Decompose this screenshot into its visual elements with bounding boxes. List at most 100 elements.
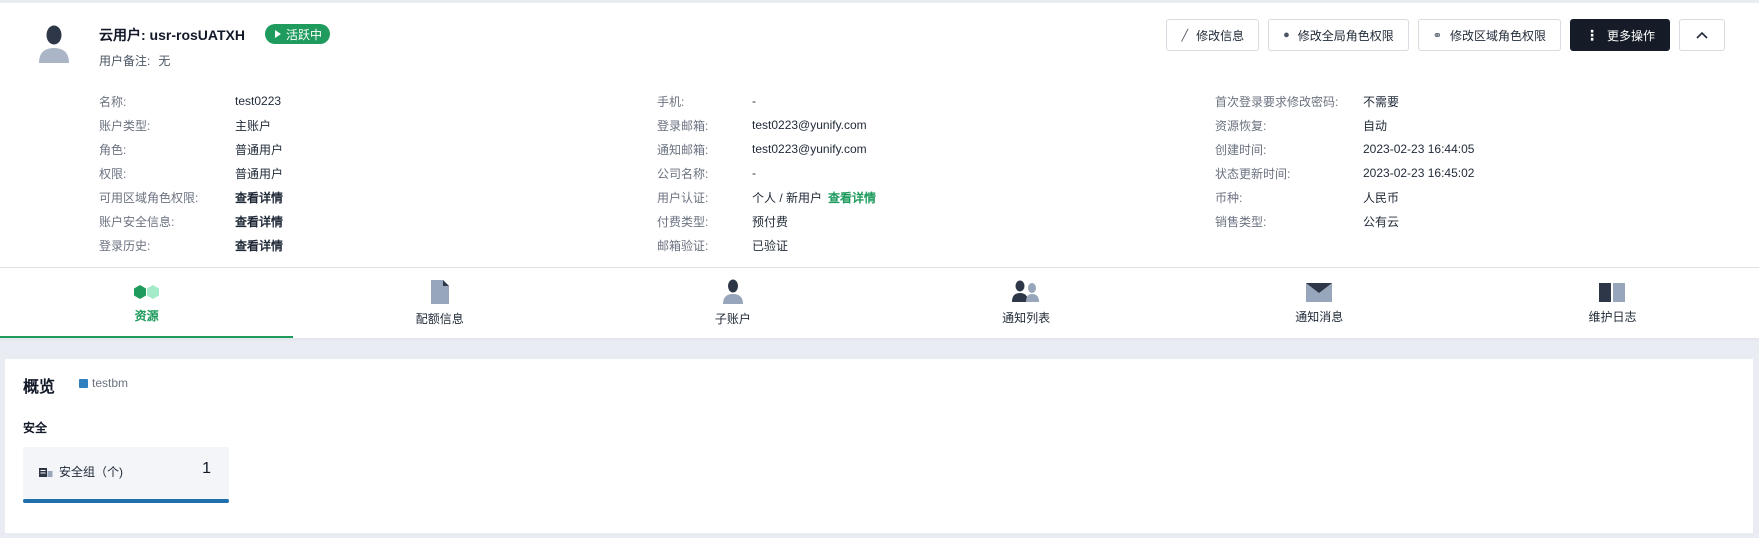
info-key: 权限: bbox=[99, 166, 127, 181]
info-key: 首次登录要求修改密码: bbox=[1215, 94, 1339, 109]
mail-icon bbox=[1306, 283, 1333, 302]
info-row-resource-recovery: 资源恢复: 自动 bbox=[1215, 113, 1474, 137]
info-value: 已验证 bbox=[752, 238, 789, 253]
edit-info-label: 修改信息 bbox=[1196, 28, 1245, 43]
globe-icon: ● bbox=[1283, 29, 1290, 41]
info-key: 名称: bbox=[99, 94, 127, 109]
info-key: 创建时间: bbox=[1215, 142, 1267, 157]
security-details-link[interactable]: 查看详情 bbox=[235, 213, 283, 230]
info-value: 自动 bbox=[1363, 118, 1388, 133]
user-header-card: 云用户: usr-rosUATXH 活跃中 用户备注: 无 ╱ 修改信息 ● 修改… bbox=[0, 3, 1759, 268]
chevron-up-icon bbox=[1696, 31, 1708, 39]
more-actions-label: 更多操作 bbox=[1606, 28, 1655, 43]
tag-label: testbm bbox=[92, 376, 129, 390]
info-key: 登录邮箱: bbox=[657, 118, 709, 133]
info-key: 账户类型: bbox=[99, 118, 151, 133]
info-row-email-verify: 邮箱验证: 已验证 bbox=[657, 233, 876, 257]
info-row-phone: 手机: - bbox=[657, 89, 876, 113]
info-value: 人民币 bbox=[1363, 190, 1400, 205]
user-title: 云用户: usr-rosUATXH bbox=[99, 27, 245, 43]
tab-notification-list[interactable]: 通知列表 bbox=[880, 268, 1173, 338]
info-key: 手机: bbox=[657, 94, 685, 109]
info-key: 状态更新时间: bbox=[1215, 166, 1291, 181]
info-value: 公有云 bbox=[1363, 214, 1400, 229]
edit-zone-roles-button[interactable]: ⚭ 修改区域角色权限 bbox=[1417, 19, 1561, 51]
info-value: 2023-02-23 16:45:02 bbox=[1363, 166, 1475, 180]
login-history-details-link[interactable]: 查看详情 bbox=[235, 237, 283, 254]
info-row-created: 创建时间: 2023-02-23 16:44:05 bbox=[1215, 137, 1474, 161]
verification-details-link[interactable]: 查看详情 bbox=[828, 189, 876, 206]
info-row-verification: 用户认证: 个人 / 新用户 查看详情 bbox=[657, 185, 876, 209]
zone-icon: ⚭ bbox=[1432, 29, 1442, 42]
tab-label: 通知消息 bbox=[1295, 310, 1344, 324]
info-row-notify-email: 通知邮箱: test0223@yunify.com bbox=[657, 137, 876, 161]
tab-sub-accounts[interactable]: 子账户 bbox=[586, 268, 879, 338]
resources-icon bbox=[133, 285, 159, 299]
info-value: 预付费 bbox=[752, 214, 789, 229]
info-key: 账户安全信息: bbox=[99, 214, 175, 229]
info-value: test0223 bbox=[235, 94, 282, 108]
action-toolbar: ╱ 修改信息 ● 修改全局角色权限 ⚭ 修改区域角色权限 ⋮ 更多操作 bbox=[1166, 19, 1725, 51]
info-row-name: 名称: test0223 bbox=[99, 89, 283, 113]
info-value: 普通用户 bbox=[235, 166, 284, 181]
info-key: 邮箱验证: bbox=[657, 238, 709, 253]
info-row-sales-type: 销售类型: 公有云 bbox=[1215, 209, 1474, 233]
edit-info-button[interactable]: ╱ 修改信息 bbox=[1166, 19, 1260, 51]
info-key: 资源恢复: bbox=[1215, 118, 1267, 133]
section-title-security: 安全 bbox=[23, 421, 48, 435]
remark-value: 无 bbox=[158, 54, 171, 68]
status-badge: 活跃中 bbox=[265, 24, 331, 44]
status-label: 活跃中 bbox=[286, 27, 323, 42]
user-avatar-icon bbox=[39, 25, 69, 63]
tab-notification-messages[interactable]: 通知消息 bbox=[1173, 268, 1466, 338]
tab-resources[interactable]: 资源 bbox=[0, 268, 294, 338]
info-key: 公司名称: bbox=[657, 166, 709, 181]
info-value: - bbox=[752, 166, 756, 180]
info-key: 登录历史: bbox=[99, 238, 151, 253]
info-row-role: 角色: 普通用户 bbox=[99, 137, 283, 161]
more-vertical-icon: ⋮ bbox=[1584, 26, 1599, 43]
tag-color-square bbox=[79, 378, 88, 388]
tab-label: 维护日志 bbox=[1588, 310, 1637, 324]
info-row-status-updated: 状态更新时间: 2023-02-23 16:45:02 bbox=[1215, 161, 1474, 185]
info-value: test0223@yunify.com bbox=[752, 142, 867, 156]
info-row-zone-roles: 可用区域角色权限: 查看详情 bbox=[99, 185, 283, 209]
info-key: 付费类型: bbox=[657, 214, 709, 229]
zone-tag: testbm bbox=[79, 376, 128, 390]
tab-label: 资源 bbox=[134, 309, 159, 323]
info-value: test0223@yunify.com bbox=[752, 118, 867, 132]
tab-label: 配额信息 bbox=[415, 312, 464, 326]
info-value: 2023-02-23 16:44:05 bbox=[1363, 142, 1475, 156]
security-group-icon bbox=[39, 468, 53, 477]
info-key: 角色: bbox=[99, 142, 127, 157]
info-column-meta: 首次登录要求修改密码: 不需要 资源恢复: 自动 创建时间: 2023-02-23 1… bbox=[1215, 89, 1474, 233]
pencil-icon: ╱ bbox=[1181, 29, 1189, 42]
info-key: 销售类型: bbox=[1215, 214, 1267, 229]
info-column-contact: 手机: - 登录邮箱: test0223@yunify.com 通知邮箱: test0… bbox=[657, 89, 876, 257]
info-value: 普通用户 bbox=[235, 142, 284, 157]
info-row-payment-type: 付费类型: 预付费 bbox=[657, 209, 876, 233]
info-row-permission: 权限: 普通用户 bbox=[99, 161, 283, 185]
edit-global-roles-label: 修改全局角色权限 bbox=[1297, 28, 1394, 43]
edit-global-roles-button[interactable]: ● 修改全局角色权限 bbox=[1268, 19, 1409, 51]
remark-label: 用户备注: bbox=[99, 54, 151, 68]
collapse-button[interactable] bbox=[1679, 19, 1725, 51]
tab-label: 子账户 bbox=[714, 312, 751, 326]
info-row-account-type: 账户类型: 主账户 bbox=[99, 113, 283, 137]
overview-title: 概览 bbox=[23, 379, 56, 396]
security-group-label: 安全组（个) bbox=[59, 465, 123, 479]
security-group-card[interactable]: 安全组（个) 1 bbox=[23, 447, 229, 503]
tab-maintenance-log[interactable]: 维护日志 bbox=[1466, 268, 1759, 338]
info-row-login-history: 登录历史: 查看详情 bbox=[99, 233, 283, 257]
info-value: - bbox=[752, 94, 756, 108]
info-key: 用户认证: bbox=[657, 190, 709, 205]
info-value: 个人 / 新用户 bbox=[752, 190, 823, 205]
info-row-login-email: 登录邮箱: test0223@yunify.com bbox=[657, 113, 876, 137]
info-key: 可用区域角色权限: bbox=[99, 190, 199, 205]
tab-quota[interactable]: 配额信息 bbox=[293, 268, 586, 338]
security-group-progress-bar bbox=[23, 499, 229, 503]
info-row-company: 公司名称: - bbox=[657, 161, 876, 185]
zone-roles-details-link[interactable]: 查看详情 bbox=[235, 189, 283, 206]
play-icon bbox=[275, 30, 281, 38]
more-actions-button[interactable]: ⋮ 更多操作 bbox=[1569, 19, 1670, 51]
